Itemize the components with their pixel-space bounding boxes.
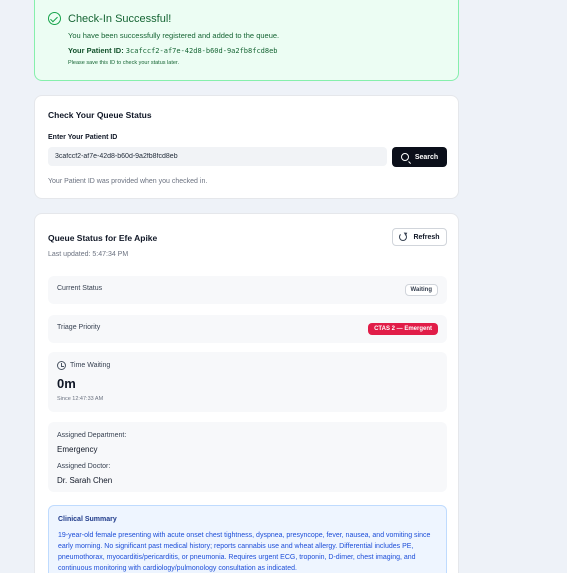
clinical-summary-text: 19-year-old female presenting with acute… <box>58 532 431 572</box>
refresh-button[interactable]: Refresh <box>392 228 447 246</box>
doctor-label: Assigned Doctor: <box>57 463 111 470</box>
triage-priority-label: Triage Priority <box>57 324 101 331</box>
time-waiting-value: 0m <box>57 376 76 391</box>
search-button-label: Search <box>414 153 439 161</box>
clinical-summary-panel: Clinical Summary 19-year-old female pres… <box>48 505 447 573</box>
patient-id-value: 3cafccf2-af7e-42d8-b60d-9a2fb8fcd8eb <box>125 47 278 55</box>
success-title: Check-In Successful! <box>68 12 172 25</box>
search-icon <box>400 153 409 161</box>
success-message: You have been successfully registered an… <box>68 31 280 40</box>
queue-status-heading: Queue Status for Efe Apike <box>48 233 158 243</box>
department-value: Emergency <box>57 445 98 454</box>
check-in-success-banner: Check-In Successful! You have been succe… <box>34 0 459 81</box>
clock-icon <box>57 361 66 370</box>
patient-id-input-label: Enter Your Patient ID <box>48 134 118 141</box>
patient-id-hint: Your Patient ID was provided when you ch… <box>48 178 208 185</box>
save-id-note: Please save this ID to check your status… <box>68 60 179 66</box>
department-label: Assigned Department: <box>57 432 127 439</box>
waiting-since-text: Since 12:47:33 AM <box>57 396 104 402</box>
clinical-summary-label: Clinical Summary <box>58 516 117 523</box>
assignment-panel: Assigned Department: Emergency Assigned … <box>48 422 447 492</box>
check-circle-icon <box>48 12 61 25</box>
check-queue-card: Check Your Queue Status Enter Your Patie… <box>34 95 459 199</box>
refresh-button-label: Refresh <box>413 233 440 241</box>
patient-id-input[interactable] <box>48 147 387 166</box>
patient-id-label: Your Patient ID: <box>68 46 124 55</box>
refresh-icon <box>399 233 408 241</box>
triage-priority-row: Triage Priority CTAS 2 — Emergent <box>48 315 447 343</box>
doctor-value: Dr. Sarah Chen <box>57 476 113 485</box>
queue-status-card: Queue Status for Efe Apike Last updated:… <box>34 213 459 573</box>
success-title-row: Check-In Successful! <box>48 12 171 25</box>
patient-id-line: Your Patient ID: 3cafccf2-af7e-42d8-b60d… <box>68 46 278 55</box>
status-badge: Waiting <box>404 284 438 296</box>
current-status-row: Current Status Waiting <box>48 276 447 304</box>
time-waiting-panel: Time Waiting 0m Since 12:47:33 AM <box>48 352 447 412</box>
check-queue-heading: Check Your Queue Status <box>48 110 152 120</box>
search-button[interactable]: Search <box>392 147 447 167</box>
current-status-label: Current Status <box>57 285 103 292</box>
triage-badge: CTAS 2 — Emergent <box>368 323 438 335</box>
last-updated-text: Last updated: 5:47:34 PM <box>48 251 129 258</box>
time-waiting-label: Time Waiting <box>70 362 111 369</box>
